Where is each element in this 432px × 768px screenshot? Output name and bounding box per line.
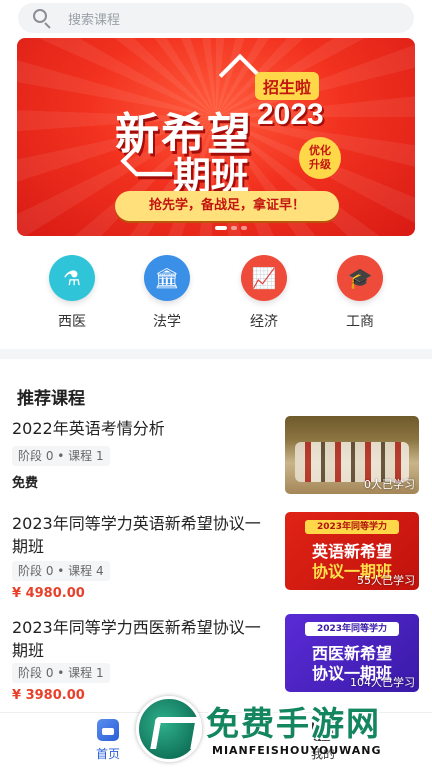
category-grid: ⚗ 西医 🏛 法学 📈 经济 🎓 工商 <box>0 255 432 335</box>
learner-count: 104人已学习 <box>350 676 415 689</box>
carousel-dot[interactable] <box>241 226 247 230</box>
banner-year: 2023 <box>257 98 324 131</box>
course-meta: 阶段 0 • 课程 1 <box>12 663 110 683</box>
category-label: 法学 <box>153 314 181 330</box>
banner-badge: 优化升级 <box>299 137 341 179</box>
category-jingji[interactable]: 📈 经济 <box>224 255 304 331</box>
search-bar[interactable]: 搜索课程 <box>18 3 414 33</box>
category-icon-bg: ⚗ <box>49 255 95 301</box>
carousel-dot-active[interactable] <box>215 226 227 230</box>
category-icon-bg: 📈 <box>241 255 287 301</box>
course-thumbnail: 2023年同等学力 英语新希望 协议一期班 55人已学习 <box>285 512 419 590</box>
category-gongshang[interactable]: 🎓 工商 <box>320 255 400 331</box>
category-label: 西医 <box>58 314 86 330</box>
category-label: 工商 <box>346 314 374 330</box>
chart-icon: 📈 <box>251 266 277 290</box>
course-price: 免费 <box>12 476 39 491</box>
banner-tag: 招生啦 <box>255 72 320 100</box>
course-thumbnail: 0人已学习 <box>285 416 419 494</box>
thumbnail-top-text: 2023年同等学力 <box>305 520 399 534</box>
search-icon <box>32 8 52 29</box>
learner-count: 0人已学习 <box>364 478 415 491</box>
section-title: 推荐课程 <box>17 389 85 409</box>
graduation-cap-icon: 🎓 <box>347 266 373 290</box>
carousel-dot[interactable] <box>231 226 237 230</box>
category-icon-bg: 🎓 <box>337 255 383 301</box>
learner-count: 55人已学习 <box>357 574 415 587</box>
banner-badge-text: 优化升级 <box>309 144 331 171</box>
courthouse-icon: 🏛 <box>154 266 180 290</box>
nav-home[interactable]: 首页 <box>78 719 138 762</box>
category-icon-bg: 🏛 <box>144 255 190 301</box>
home-icon <box>97 719 119 741</box>
category-xiyi[interactable]: ⚗ 西医 <box>32 255 112 331</box>
category-faxue[interactable]: 🏛 法学 <box>127 255 207 331</box>
watermark-text: 免费手游网 <box>206 704 381 743</box>
watermark-logo <box>136 696 202 762</box>
course-name: 2023年同等学力西医新希望协议一期班 <box>12 618 261 660</box>
watermark-subtext: MIANFEISHOUYOUWANG <box>212 744 382 757</box>
thumbnail-top-text: 2023年同等学力 <box>305 622 399 636</box>
course-price: ¥ 4980.00 <box>12 586 85 601</box>
banner-slogan: 抢先学，备战足，拿证早！ <box>115 191 339 221</box>
course-meta: 阶段 0 • 课程 4 <box>12 561 110 581</box>
course-name: 2022年英语考情分析 <box>12 419 165 438</box>
course-thumbnail: 2023年同等学力 西医新希望 协议一期班 104人已学习 <box>285 614 419 692</box>
course-price: ¥ 3980.00 <box>12 688 85 703</box>
category-label: 经济 <box>250 314 278 330</box>
carousel-indicator <box>215 226 247 230</box>
section-divider <box>0 349 432 359</box>
nav-label: 首页 <box>95 747 120 761</box>
flask-icon: ⚗ <box>63 266 81 290</box>
course-meta: 阶段 0 • 课程 1 <box>12 446 110 466</box>
promo-banner[interactable]: 新希望 招生啦 2023 一期班 优化升级 抢先学，备战足，拿证早！ <box>17 38 415 236</box>
course-name: 2023年同等学力英语新希望协议一期班 <box>12 514 261 556</box>
search-placeholder: 搜索课程 <box>68 12 121 28</box>
